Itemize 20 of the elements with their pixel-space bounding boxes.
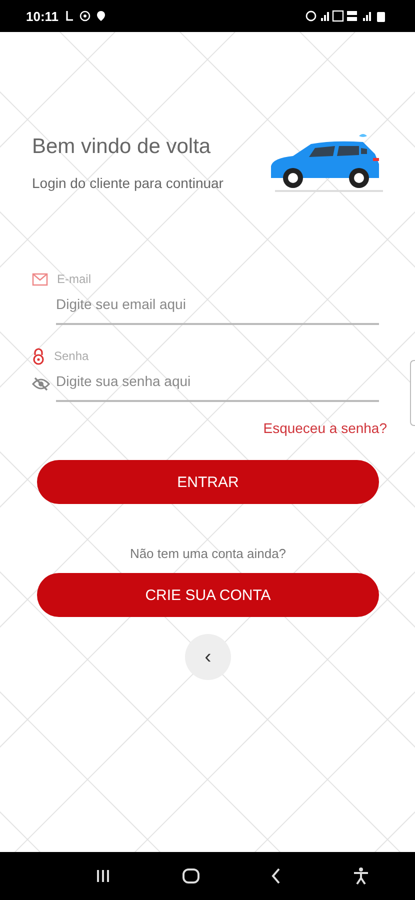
welcome-title: Bem vindo de volta [32, 135, 212, 159]
welcome-subtitle: Login do cliente para continuar [32, 175, 224, 191]
accessibility-icon[interactable] [353, 867, 370, 885]
field-label: Senha [54, 349, 89, 363]
back-icon[interactable] [271, 868, 282, 884]
login-button[interactable]: ENTRAR [37, 460, 379, 504]
recent-apps-icon[interactable] [96, 869, 110, 883]
home-icon[interactable] [182, 868, 200, 884]
eye-hidden-icon[interactable] [32, 376, 50, 390]
signup-prompt: Não tem uma conta ainda? [128, 546, 288, 561]
signup-button[interactable]: CRIE SUA CONTA [37, 573, 379, 617]
input-field[interactable]: Digite sua senha aqui [56, 365, 379, 402]
padlock-icon [32, 348, 45, 364]
input-field[interactable]: Digite seu email aqui [56, 288, 379, 325]
field-label: E-mail [57, 272, 92, 286]
envelope-icon [32, 272, 48, 286]
status-time: 10:11 [26, 8, 59, 24]
back-button[interactable]: ‹ [185, 634, 231, 680]
forgot-password-link[interactable]: Esqueceu a senha? [263, 420, 387, 436]
edge-handle[interactable] [410, 360, 415, 426]
